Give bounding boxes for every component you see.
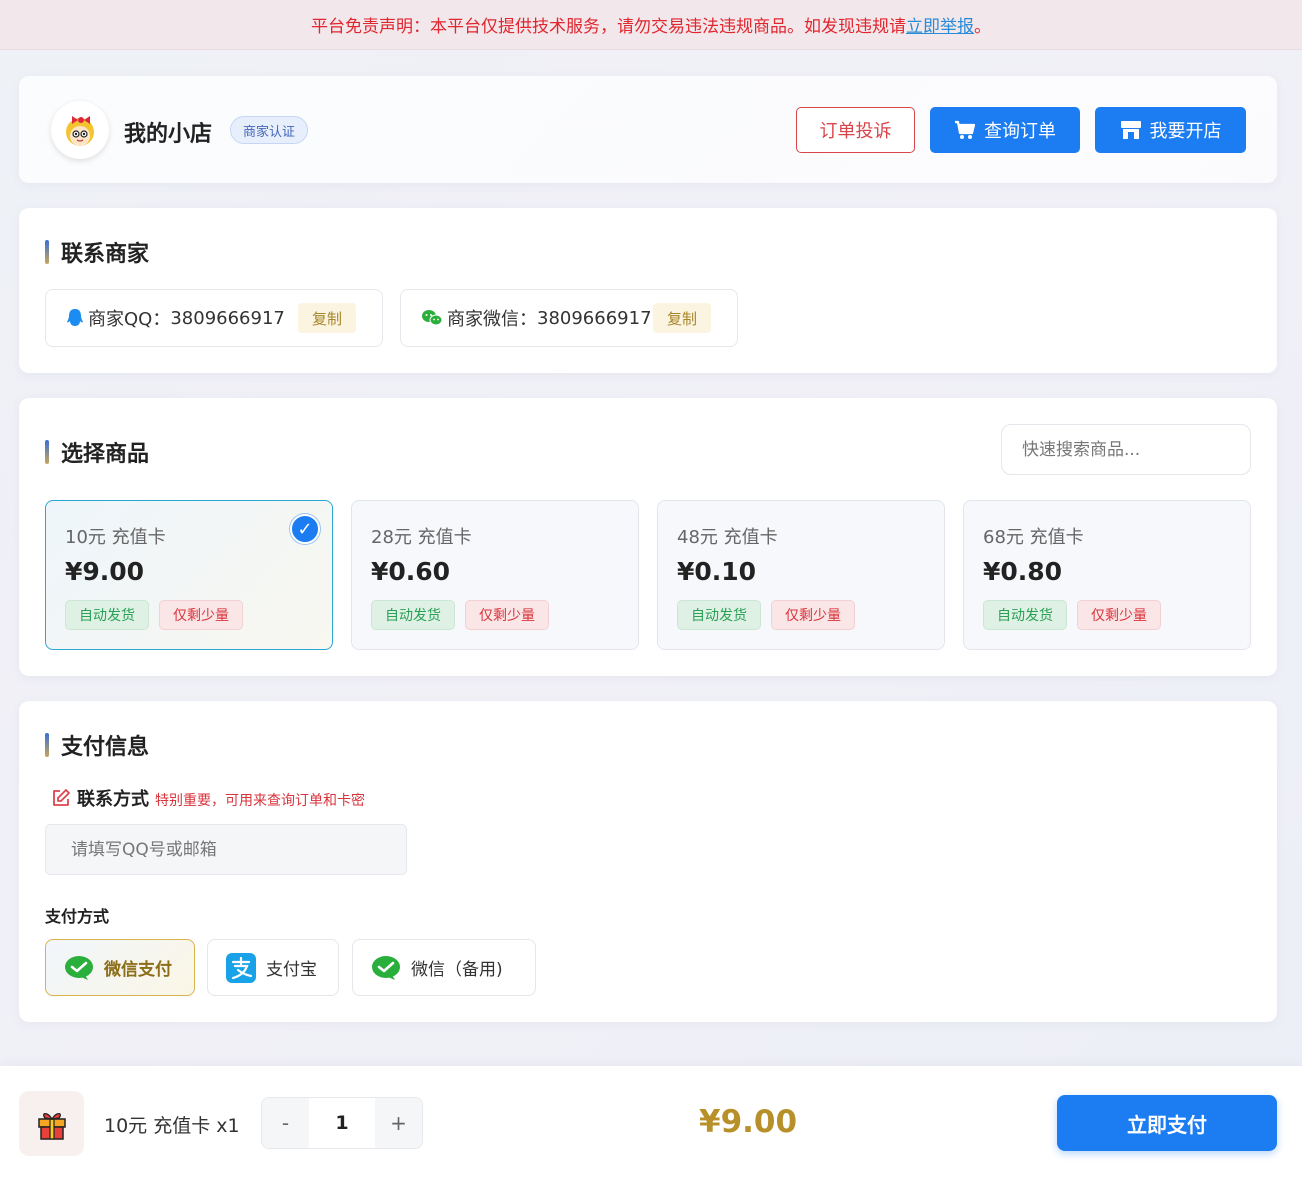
low-stock-tag: 仅剩少量 [465, 600, 549, 630]
shop-avatar [51, 101, 109, 159]
open-store-button[interactable]: 我要开店 [1095, 107, 1246, 153]
payment-section-title: 支付信息 [45, 729, 149, 761]
product-card-10[interactable]: 10元 充值卡 ¥9.00 自动发货 仅剩少量 ✓ [45, 500, 333, 650]
query-order-button[interactable]: 查询订单 [930, 107, 1080, 153]
quantity-stepper: - 1 + [261, 1097, 423, 1149]
auto-delivery-tag: 自动发货 [677, 600, 761, 630]
qq-label: 商家QQ： [88, 309, 171, 330]
product-card-48[interactable]: 48元 充值卡 ¥0.10 自动发货 仅剩少量 [657, 500, 945, 650]
decrease-button[interactable]: - [262, 1098, 309, 1148]
qq-value: 3809666917 [170, 307, 285, 329]
open-store-label: 我要开店 [1149, 121, 1222, 142]
shop-name: 我的小店 [124, 122, 213, 147]
low-stock-tag: 仅剩少量 [771, 600, 855, 630]
order-summary: 10元 充值卡 x1 [104, 1115, 240, 1137]
auto-delivery-tag: 自动发货 [65, 600, 149, 630]
product-name: 10元 充值卡 [65, 527, 166, 548]
wechat-icon [422, 310, 443, 326]
merchant-qq-box: 商家QQ： 3809666917 复制 [45, 289, 383, 347]
product-card-28[interactable]: 28元 充值卡 ¥0.60 自动发货 仅剩少量 [351, 500, 639, 650]
total-price: ¥9.00 [699, 1104, 798, 1140]
pay-option-label: 支付宝 [266, 960, 317, 980]
product-name: 28元 充值卡 [371, 527, 472, 548]
gift-box-icon [37, 1112, 66, 1140]
copy-wechat-button[interactable]: 复制 [653, 303, 712, 333]
low-stock-tag: 仅剩少量 [159, 600, 243, 630]
cart-icon [955, 120, 976, 139]
wechat-label: 商家微信： [447, 309, 537, 330]
wechat-pay-icon [372, 955, 400, 980]
product-price: ¥9.00 [65, 557, 145, 586]
product-search-input[interactable] [1001, 424, 1251, 475]
wechat-pay-icon [65, 955, 93, 980]
report-link[interactable]: 立即举报 [906, 12, 974, 37]
alipay-icon [226, 952, 256, 983]
order-complaint-button[interactable]: 订单投诉 [796, 107, 915, 153]
payment-method-label: 支付方式 [45, 907, 110, 926]
product-price: ¥0.80 [983, 557, 1063, 586]
merchant-verified-badge: 商家认证 [230, 116, 309, 144]
shop-header: 我的小店 商家认证 订单投诉 查询订单 我要开店 [19, 76, 1277, 183]
gift-icon [19, 1091, 84, 1156]
store-icon [1120, 121, 1141, 139]
checkout-bar: 10元 充值卡 x1 - 1 + ¥9.00 立即支付 [0, 1066, 1302, 1178]
pay-option-wechat[interactable]: 微信支付 [45, 939, 195, 996]
auto-delivery-tag: 自动发货 [371, 600, 455, 630]
product-name: 48元 充值卡 [677, 527, 778, 548]
increase-button[interactable]: + [375, 1098, 422, 1148]
pay-option-label: 微信支付 [104, 960, 172, 980]
disclaimer-suffix: 。 [974, 17, 991, 37]
merchant-wechat-box: 商家微信： 3809666917 复制 [400, 289, 738, 347]
disclaimer-text: 平台免责声明：本平台仅提供技术服务，请勿交易违法违规商品。如发现违规请 [311, 17, 906, 37]
auto-delivery-tag: 自动发货 [983, 600, 1067, 630]
pay-option-label: 微信（备用) [411, 960, 503, 980]
low-stock-tag: 仅剩少量 [1077, 600, 1161, 630]
contact-method-hint: 特别重要，可用来查询订单和卡密 [155, 793, 365, 809]
contact-section-title: 联系商家 [45, 236, 149, 268]
contact-method-label: 联系方式 [77, 789, 149, 810]
qq-icon [67, 309, 83, 326]
product-name: 68元 充值卡 [983, 527, 1084, 548]
quantity-value[interactable]: 1 [309, 1098, 375, 1148]
product-card-68[interactable]: 68元 充值卡 ¥0.80 自动发货 仅剩少量 [963, 500, 1251, 650]
products-section-title: 选择商品 [45, 436, 149, 468]
selected-check-icon: ✓ [290, 514, 320, 544]
avatar-icon [66, 116, 94, 146]
edit-icon [53, 789, 70, 806]
product-price: ¥0.10 [677, 557, 757, 586]
order-complaint-label: 订单投诉 [819, 121, 892, 142]
product-price: ¥0.60 [371, 557, 451, 586]
contact-input[interactable] [45, 824, 407, 875]
contact-method-label-row: 联系方式 特别重要，可用来查询订单和卡密 [51, 785, 365, 811]
contact-merchant-section: 联系商家 商家QQ： 3809666917 复制 商家微信： 380966691… [19, 208, 1277, 373]
query-order-label: 查询订单 [984, 121, 1056, 142]
wechat-value: 3809666917 [537, 307, 652, 329]
disclaimer-banner: 平台免责声明：本平台仅提供技术服务，请勿交易违法违规商品。如发现违规请 立即举报。 [0, 0, 1302, 50]
payment-info-section: 支付信息 联系方式 特别重要，可用来查询订单和卡密 支付方式 微信支付 支付宝 … [19, 701, 1277, 1022]
pay-option-wechat-backup[interactable]: 微信（备用) [352, 939, 536, 996]
pay-option-alipay[interactable]: 支付宝 [207, 939, 339, 996]
select-product-section: 选择商品 10元 充值卡 ¥9.00 自动发货 仅剩少量 ✓ 28元 充值卡 ¥… [19, 398, 1277, 676]
pay-now-button[interactable]: 立即支付 [1057, 1095, 1277, 1151]
copy-qq-button[interactable]: 复制 [298, 303, 357, 333]
